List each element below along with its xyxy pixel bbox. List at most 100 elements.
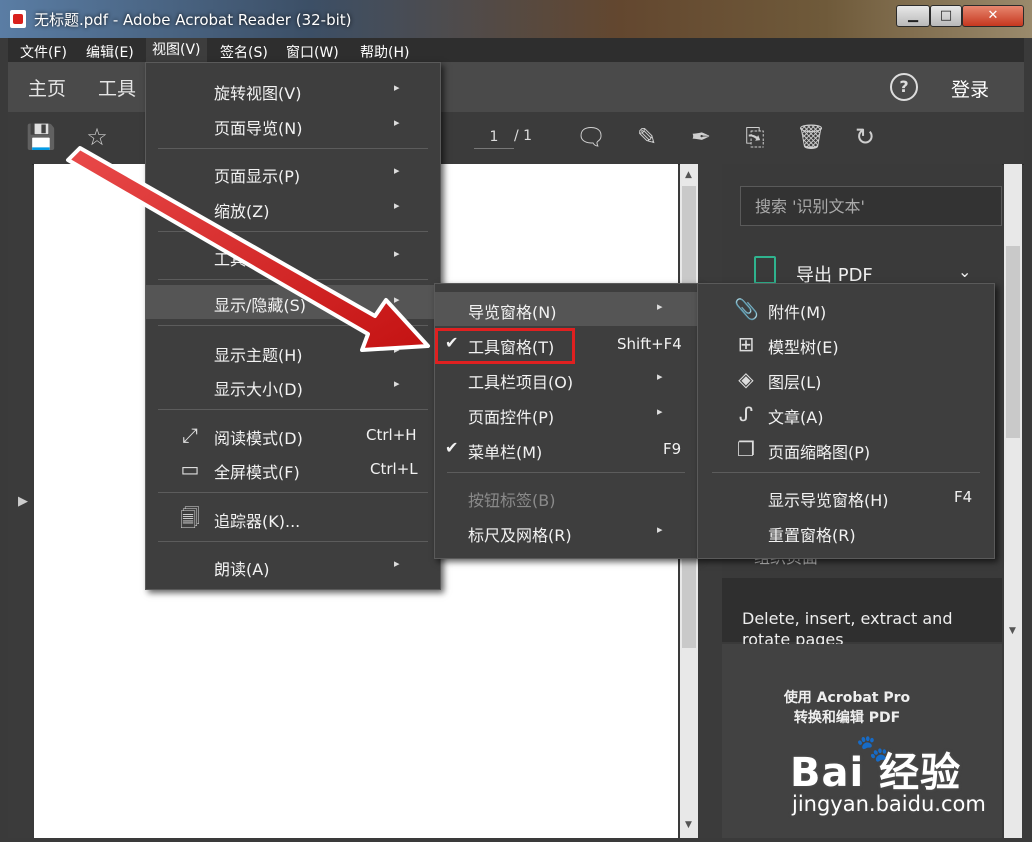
show-hide-submenu: 导览窗格(N) ▸ ✔ 工具窗格(T) Shift+F4 工具栏项目(O) ▸ … xyxy=(434,283,698,559)
menu-view[interactable]: 视图(V) xyxy=(146,38,207,62)
help-icon[interactable]: ? xyxy=(890,73,918,101)
trash-icon[interactable]: 🗑 xyxy=(796,122,826,152)
submenu-arrow-icon: ▸ xyxy=(394,377,400,390)
menu-item-label: 追踪器(K)... xyxy=(214,512,301,531)
menu-item-shortcut: Ctrl+H xyxy=(366,426,417,444)
menu-item-label: 显示大小(D) xyxy=(214,380,303,399)
submenu-arrow-icon: ▸ xyxy=(657,370,663,383)
nav-panes-submenu: 📎 附件(M) ⊞ 模型树(E) ◈ 图层(L) ᔑ 文章(A) ❐ 页面缩略图… xyxy=(697,283,995,559)
menu-item-label: 附件(M) xyxy=(768,303,827,322)
scroll-down-icon[interactable]: ▼ xyxy=(1009,626,1016,636)
search-input[interactable]: 搜索 '识别文本' xyxy=(740,186,1002,226)
baidu-watermark-url: jingyan.baidu.com xyxy=(792,792,986,816)
sign-pen-icon[interactable]: ✒ xyxy=(686,122,716,152)
close-button[interactable]: ✕ xyxy=(962,5,1024,27)
view-menu: 旋转视图(V) ▸ 页面导览(N) ▸ 页面显示(P) ▸ 缩放(Z) ▸ 工具… xyxy=(145,62,441,590)
paperclip-icon: 📎 xyxy=(734,297,759,321)
menu-item-label: 页面导览(N) xyxy=(214,119,303,138)
menu-item-page-thumbnails[interactable]: ❐ 页面缩略图(P) xyxy=(698,432,994,466)
checkmark-icon: ✔ xyxy=(445,438,459,457)
menu-item-layers[interactable]: ◈ 图层(L) xyxy=(698,362,994,396)
tab-tools[interactable]: 工具 xyxy=(98,74,136,101)
menu-item-show-nav-pane[interactable]: 显示导览窗格(H) F4 xyxy=(698,480,994,514)
rotate-icon[interactable]: ↻ xyxy=(850,122,880,152)
save-icon[interactable]: 💾 xyxy=(26,122,56,152)
menu-item-show-hide[interactable]: 显示/隐藏(S) ▸ xyxy=(146,285,440,319)
menu-item-toolbar-items[interactable]: 工具栏项目(O) ▸ xyxy=(435,362,697,396)
menu-item-label: 显示主题(H) xyxy=(214,346,303,365)
menu-item-shortcut: F9 xyxy=(663,440,682,458)
chevron-down-icon[interactable]: ⌄ xyxy=(958,262,971,281)
menu-edit[interactable]: 编辑(E) xyxy=(86,42,134,62)
export-pdf-icon xyxy=(754,256,776,284)
menu-separator xyxy=(158,492,428,493)
menu-item-shortcut: F4 xyxy=(954,488,973,506)
menu-item-label: 缩放(Z) xyxy=(214,202,270,221)
edit-document-icon[interactable]: ⎘ xyxy=(740,122,770,152)
expand-left-panel-icon[interactable]: ▶ xyxy=(18,494,28,509)
menu-item-shortcut: Shift+F4 xyxy=(617,335,682,353)
highlight-pen-icon[interactable]: ✎ xyxy=(632,122,662,152)
menu-item-label: 朗读(A) xyxy=(214,560,270,579)
menu-item-page-display[interactable]: 页面显示(P) ▸ xyxy=(146,156,440,190)
menu-help[interactable]: 帮助(H) xyxy=(360,42,409,62)
promo-line-1: 使用 Acrobat Pro xyxy=(783,690,911,706)
menu-item-display-size[interactable]: 显示大小(D) ▸ xyxy=(146,369,440,403)
menu-item-tools[interactable]: 工具(T) ▸ xyxy=(146,239,440,273)
menu-item-read-mode[interactable]: ⤢ 阅读模式(D) Ctrl+H xyxy=(146,418,440,452)
star-icon[interactable]: ☆ xyxy=(82,122,112,152)
page-number-input[interactable]: 1 xyxy=(474,126,514,149)
paw-icon: 🐾 xyxy=(856,734,889,764)
submenu-arrow-icon: ▸ xyxy=(394,557,400,570)
page-total: / 1 xyxy=(514,128,533,144)
menu-item-attachments[interactable]: 📎 附件(M) xyxy=(698,292,994,326)
scroll-up-icon[interactable]: ▲ xyxy=(685,170,692,180)
scroll-down-icon[interactable]: ▼ xyxy=(685,820,692,830)
acrobat-app-icon xyxy=(10,10,26,28)
submenu-arrow-icon: ▸ xyxy=(394,164,400,177)
menu-item-articles[interactable]: ᔑ 文章(A) xyxy=(698,397,994,431)
menu-item-label: 页面显示(P) xyxy=(214,167,301,186)
menu-item-model-tree[interactable]: ⊞ 模型树(E) xyxy=(698,327,994,361)
menu-item-page-navigation[interactable]: 页面导览(N) ▸ xyxy=(146,108,440,142)
menu-item-theme[interactable]: 显示主题(H) ▸ xyxy=(146,335,440,369)
menu-sign[interactable]: 签名(S) xyxy=(220,42,268,62)
menu-item-label: 工具(T) xyxy=(214,250,269,269)
menu-item-zoom[interactable]: 缩放(Z) ▸ xyxy=(146,191,440,225)
menu-separator xyxy=(447,472,685,473)
page-thumbnails-icon: ❐ xyxy=(737,437,755,461)
menu-separator xyxy=(158,279,428,280)
menu-file[interactable]: 文件(F) xyxy=(20,42,67,62)
comment-icon[interactable]: 🗨 xyxy=(576,122,606,152)
menu-item-rulers-grids[interactable]: 标尺及网格(R) ▸ xyxy=(435,515,697,549)
model-tree-icon: ⊞ xyxy=(737,332,755,356)
menu-item-nav-panes[interactable]: 导览窗格(N) ▸ xyxy=(435,292,697,326)
menu-separator xyxy=(158,541,428,542)
read-mode-icon: ⤢ xyxy=(182,423,198,447)
menu-item-page-controls[interactable]: 页面控件(P) ▸ xyxy=(435,397,697,431)
tab-home[interactable]: 主页 xyxy=(28,74,66,101)
menu-item-read-aloud[interactable]: 朗读(A) ▸ xyxy=(146,549,440,583)
promo-text[interactable]: 使用 Acrobat Pro 转换和编辑 PDF xyxy=(722,688,972,728)
menu-item-label: 显示/隐藏(S) xyxy=(214,296,307,315)
submenu-arrow-icon: ▸ xyxy=(657,523,663,536)
menu-item-rotate-view[interactable]: 旋转视图(V) ▸ xyxy=(146,73,440,107)
articles-icon: ᔑ xyxy=(738,402,754,426)
menu-separator xyxy=(158,325,428,326)
submenu-arrow-icon: ▸ xyxy=(394,81,400,94)
menu-item-menu-bar[interactable]: ✔ 菜单栏(M) F9 xyxy=(435,432,697,466)
menu-bar: 文件(F) 编辑(E) 视图(V) 签名(S) 窗口(W) 帮助(H) xyxy=(8,38,1024,62)
window-title: 无标题.pdf - Adobe Acrobat Reader (32-bit) xyxy=(34,11,352,29)
submenu-arrow-icon: ▸ xyxy=(394,199,400,212)
maximize-button[interactable]: □ xyxy=(930,5,962,27)
menu-item-full-screen[interactable]: ▭ 全屏模式(F) Ctrl+L xyxy=(146,452,440,486)
menu-item-tracker[interactable]: 🗐 追踪器(K)... xyxy=(146,501,440,535)
menu-item-reset-panes[interactable]: 重置窗格(R) xyxy=(698,515,994,549)
menu-item-label: 标尺及网格(R) xyxy=(468,526,572,545)
submenu-arrow-icon: ▸ xyxy=(657,300,663,313)
minimize-button[interactable]: ▁ xyxy=(896,5,930,27)
panel-scroll-thumb[interactable] xyxy=(1006,246,1020,438)
submenu-arrow-icon: ▸ xyxy=(394,293,400,306)
menu-window[interactable]: 窗口(W) xyxy=(286,42,339,62)
login-button[interactable]: 登录 xyxy=(951,75,989,102)
